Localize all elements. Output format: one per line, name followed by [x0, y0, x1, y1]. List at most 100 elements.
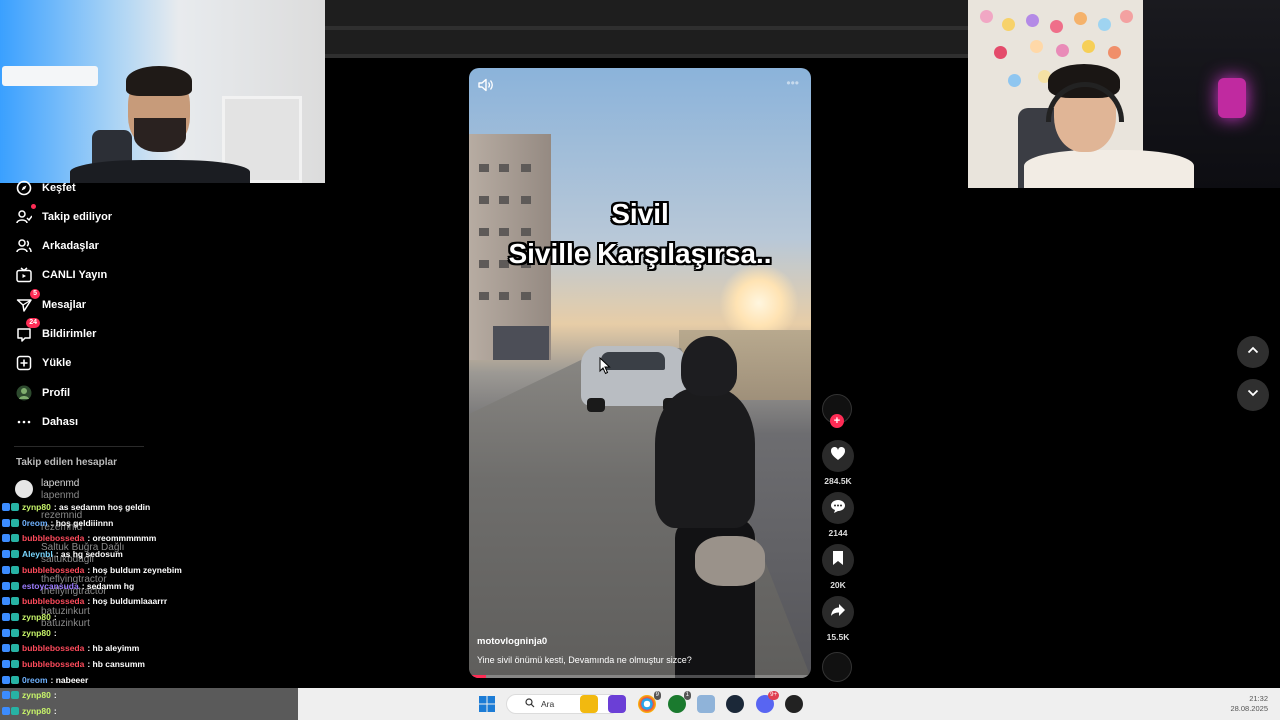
discord-icon[interactable]: 9+: [756, 691, 779, 713]
sidebar-item-canli[interactable]: CANLI Yayın: [14, 264, 107, 286]
chat-message: Aleynbl: as hg sedosum: [2, 547, 123, 561]
chat-username[interactable]: 0reom: [22, 675, 48, 685]
xbox-icon[interactable]: 1: [668, 691, 691, 713]
chat-username[interactable]: estoycansuda: [22, 581, 79, 591]
search-icon: [525, 695, 535, 713]
motorcycle-rider: [645, 336, 765, 678]
chat-text: : hb aleyimm: [87, 643, 140, 654]
live-tv-icon: [14, 265, 34, 285]
sidebar-item-takip[interactable]: Takip ediliyor: [14, 204, 112, 228]
volume-icon[interactable]: [477, 76, 495, 94]
windows-start-icon[interactable]: [478, 695, 496, 713]
chat-text: : hoş geldiiinnn: [50, 517, 114, 528]
chat-badge-icon: [2, 550, 10, 559]
xbox-badge: 1: [683, 691, 691, 700]
webcam-left: [0, 0, 325, 183]
sidebar-item-label: Arkadaşlar: [42, 240, 99, 252]
steam-icon[interactable]: [726, 695, 744, 713]
sidebar-item-profil[interactable]: Profil: [14, 382, 70, 404]
chat-text: :: [53, 627, 57, 638]
chat-username[interactable]: zynp80: [22, 502, 51, 512]
chat-text: : hb cansumm: [87, 659, 145, 669]
following-avatar[interactable]: [15, 480, 33, 498]
share-arrow-icon: [830, 602, 846, 623]
chat-badge-icon: [11, 628, 19, 637]
chrome-badge: 9: [653, 691, 661, 700]
chat-username[interactable]: zynp80: [22, 706, 51, 716]
chat-username[interactable]: bubblebosseda: [22, 659, 84, 669]
sidebar-item-dahasi[interactable]: Dahası: [14, 411, 78, 433]
sidebar-item-yukle[interactable]: Yükle: [14, 352, 71, 374]
chat-badge-icon: [11, 612, 19, 621]
chat-username[interactable]: bubblebosseda: [22, 533, 84, 543]
like-button[interactable]: [822, 440, 854, 472]
comment-icon: [830, 498, 846, 519]
chat-text: :: [53, 690, 57, 701]
sidebar-item-bildirimler[interactable]: 24 Bildirimler: [14, 318, 97, 345]
taskbar-search[interactable]: Ara: [506, 694, 620, 714]
shopfront: [493, 326, 549, 360]
chat-badge-icon: [2, 644, 10, 653]
chat-text: : hoş buldumlaaarrr: [87, 596, 168, 607]
sidebar-divider: [14, 446, 144, 447]
user-follow-icon: [14, 204, 36, 227]
chat-message: bubblebosseda: hb aleyimm: [2, 641, 139, 655]
settings-gear-icon[interactable]: [697, 695, 715, 713]
save-count: 20K: [830, 580, 846, 590]
avatar-icon: [14, 383, 34, 403]
video-author[interactable]: motovlogninja0: [477, 636, 547, 647]
microphone: [1218, 78, 1246, 118]
sound-disc-avatar[interactable]: [822, 652, 852, 682]
upload-plus-icon: [14, 353, 34, 373]
person-body: [70, 160, 250, 183]
following-account-name[interactable]: lapenmd: [41, 478, 79, 489]
save-button[interactable]: [822, 544, 854, 576]
chat-badge-icon: [2, 581, 10, 590]
chat-text: : nabeeer: [50, 674, 89, 685]
chat-username[interactable]: zynp80: [22, 612, 51, 622]
chat-username[interactable]: bubblebosseda: [22, 596, 84, 606]
chat-username[interactable]: zynp80: [22, 690, 51, 700]
person-beard: [134, 118, 186, 152]
chat-badge-icon: [2, 597, 10, 606]
chat-badge-icon: [2, 660, 10, 668]
video-progress-bar[interactable]: [469, 675, 811, 678]
chat-badge-icon: [11, 675, 19, 684]
previous-video-button[interactable]: [1237, 336, 1269, 368]
share-button[interactable]: [822, 596, 854, 628]
chat-badge-icon: [2, 565, 10, 574]
chat-username[interactable]: Aleynbl: [22, 549, 53, 559]
comment-button[interactable]: [822, 492, 854, 524]
chrome-icon[interactable]: 9: [638, 691, 661, 713]
send-icon: 5: [14, 289, 40, 315]
chat-username[interactable]: 0reom: [22, 518, 48, 528]
chat-badge-icon: [11, 597, 19, 606]
video-player[interactable]: Sivil Siville Karşılaşırsa.. ••• motovlo…: [469, 68, 811, 678]
toolbar-divider: [325, 26, 968, 30]
sidebar-item-label: Dahası: [42, 416, 79, 428]
clock-time: 21:32: [1249, 694, 1268, 703]
chat-username[interactable]: bubblebosseda: [22, 643, 84, 653]
chat-username[interactable]: zynp80: [22, 628, 51, 638]
app-icon-dark[interactable]: [785, 695, 803, 713]
inbox-icon: 24: [14, 318, 40, 344]
file-explorer-icon[interactable]: [580, 695, 598, 713]
app-icon[interactable]: [608, 695, 626, 713]
clock-date: 28.08.2025: [1230, 704, 1268, 713]
chat-badge-icon: [2, 612, 10, 621]
sidebar-item-label: Bildirimler: [42, 328, 97, 340]
browser-top-strip: [325, 0, 968, 58]
more-options-icon[interactable]: •••: [786, 76, 799, 90]
sidebar-item-kesfet[interactable]: Keşfet: [14, 177, 76, 199]
follow-plus-button[interactable]: +: [830, 414, 844, 428]
system-clock[interactable]: 21:32 28.08.2025: [1230, 694, 1268, 714]
sidebar-item-arkadaslar[interactable]: Arkadaşlar: [14, 235, 99, 257]
comment-count: 2144: [828, 528, 848, 538]
chat-badge-icon: [11, 691, 19, 700]
chat-username[interactable]: bubblebosseda: [22, 565, 84, 575]
video-description: Yine sivil önümü kesti, Devamında ne olm…: [477, 655, 692, 665]
next-video-button[interactable]: [1237, 379, 1269, 411]
sidebar-item-label: Profil: [42, 387, 71, 399]
sidebar-item-mesajlar[interactable]: 5 Mesajlar: [14, 289, 86, 316]
chat-badge-icon: [11, 534, 19, 543]
